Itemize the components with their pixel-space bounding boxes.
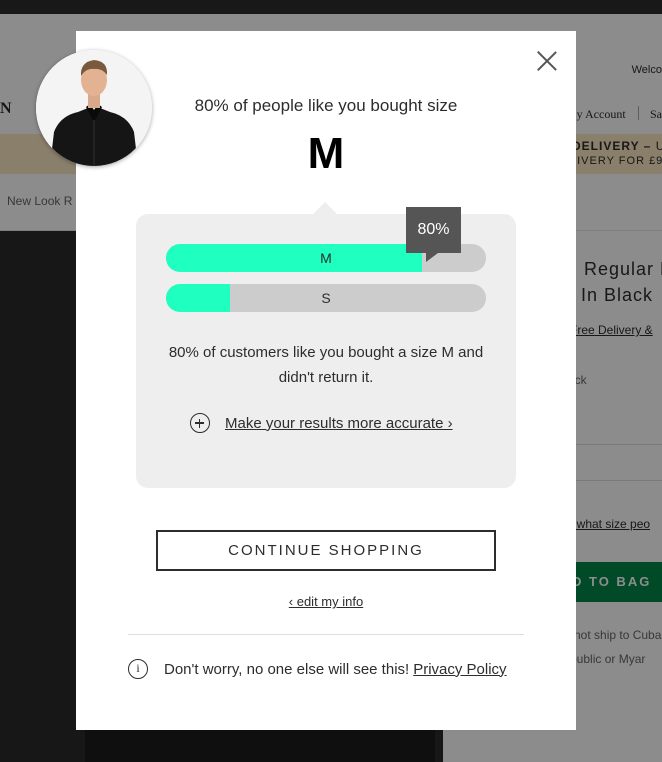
info-icon: i	[128, 659, 148, 679]
edit-info-row: ‹ edit my info	[76, 594, 576, 609]
privacy-notice: i Don't worry, no one else will see this…	[128, 658, 507, 680]
accuracy-link-text[interactable]: Make your results more accurate ›	[225, 415, 453, 432]
privacy-text: Don't worry, no one else will see this!	[164, 660, 410, 678]
size-bar-s: S	[166, 284, 486, 312]
percentage-badge: 80%	[406, 207, 461, 253]
plus-circle-icon	[190, 413, 210, 433]
recommended-size: M	[307, 129, 345, 178]
modal-divider	[128, 634, 524, 635]
privacy-policy-link[interactable]: Privacy Policy	[413, 661, 506, 678]
close-icon[interactable]	[534, 48, 560, 74]
card-pointer	[313, 202, 337, 214]
model-avatar	[36, 50, 152, 166]
fit-assistant-modal: 80% of people like you bought size M M S…	[76, 31, 576, 730]
customers-text: 80% of customers like you bought a size …	[168, 344, 484, 386]
model-avatar-image	[36, 50, 152, 166]
continue-shopping-button[interactable]: CONTINUE SHOPPING	[156, 530, 496, 571]
percentage-badge-tail	[426, 253, 438, 262]
edit-info-link[interactable]: ‹ edit my info	[289, 594, 363, 609]
size-bar-s-label: S	[321, 290, 331, 306]
accuracy-link[interactable]: Make your results more accurate ›	[190, 412, 453, 434]
